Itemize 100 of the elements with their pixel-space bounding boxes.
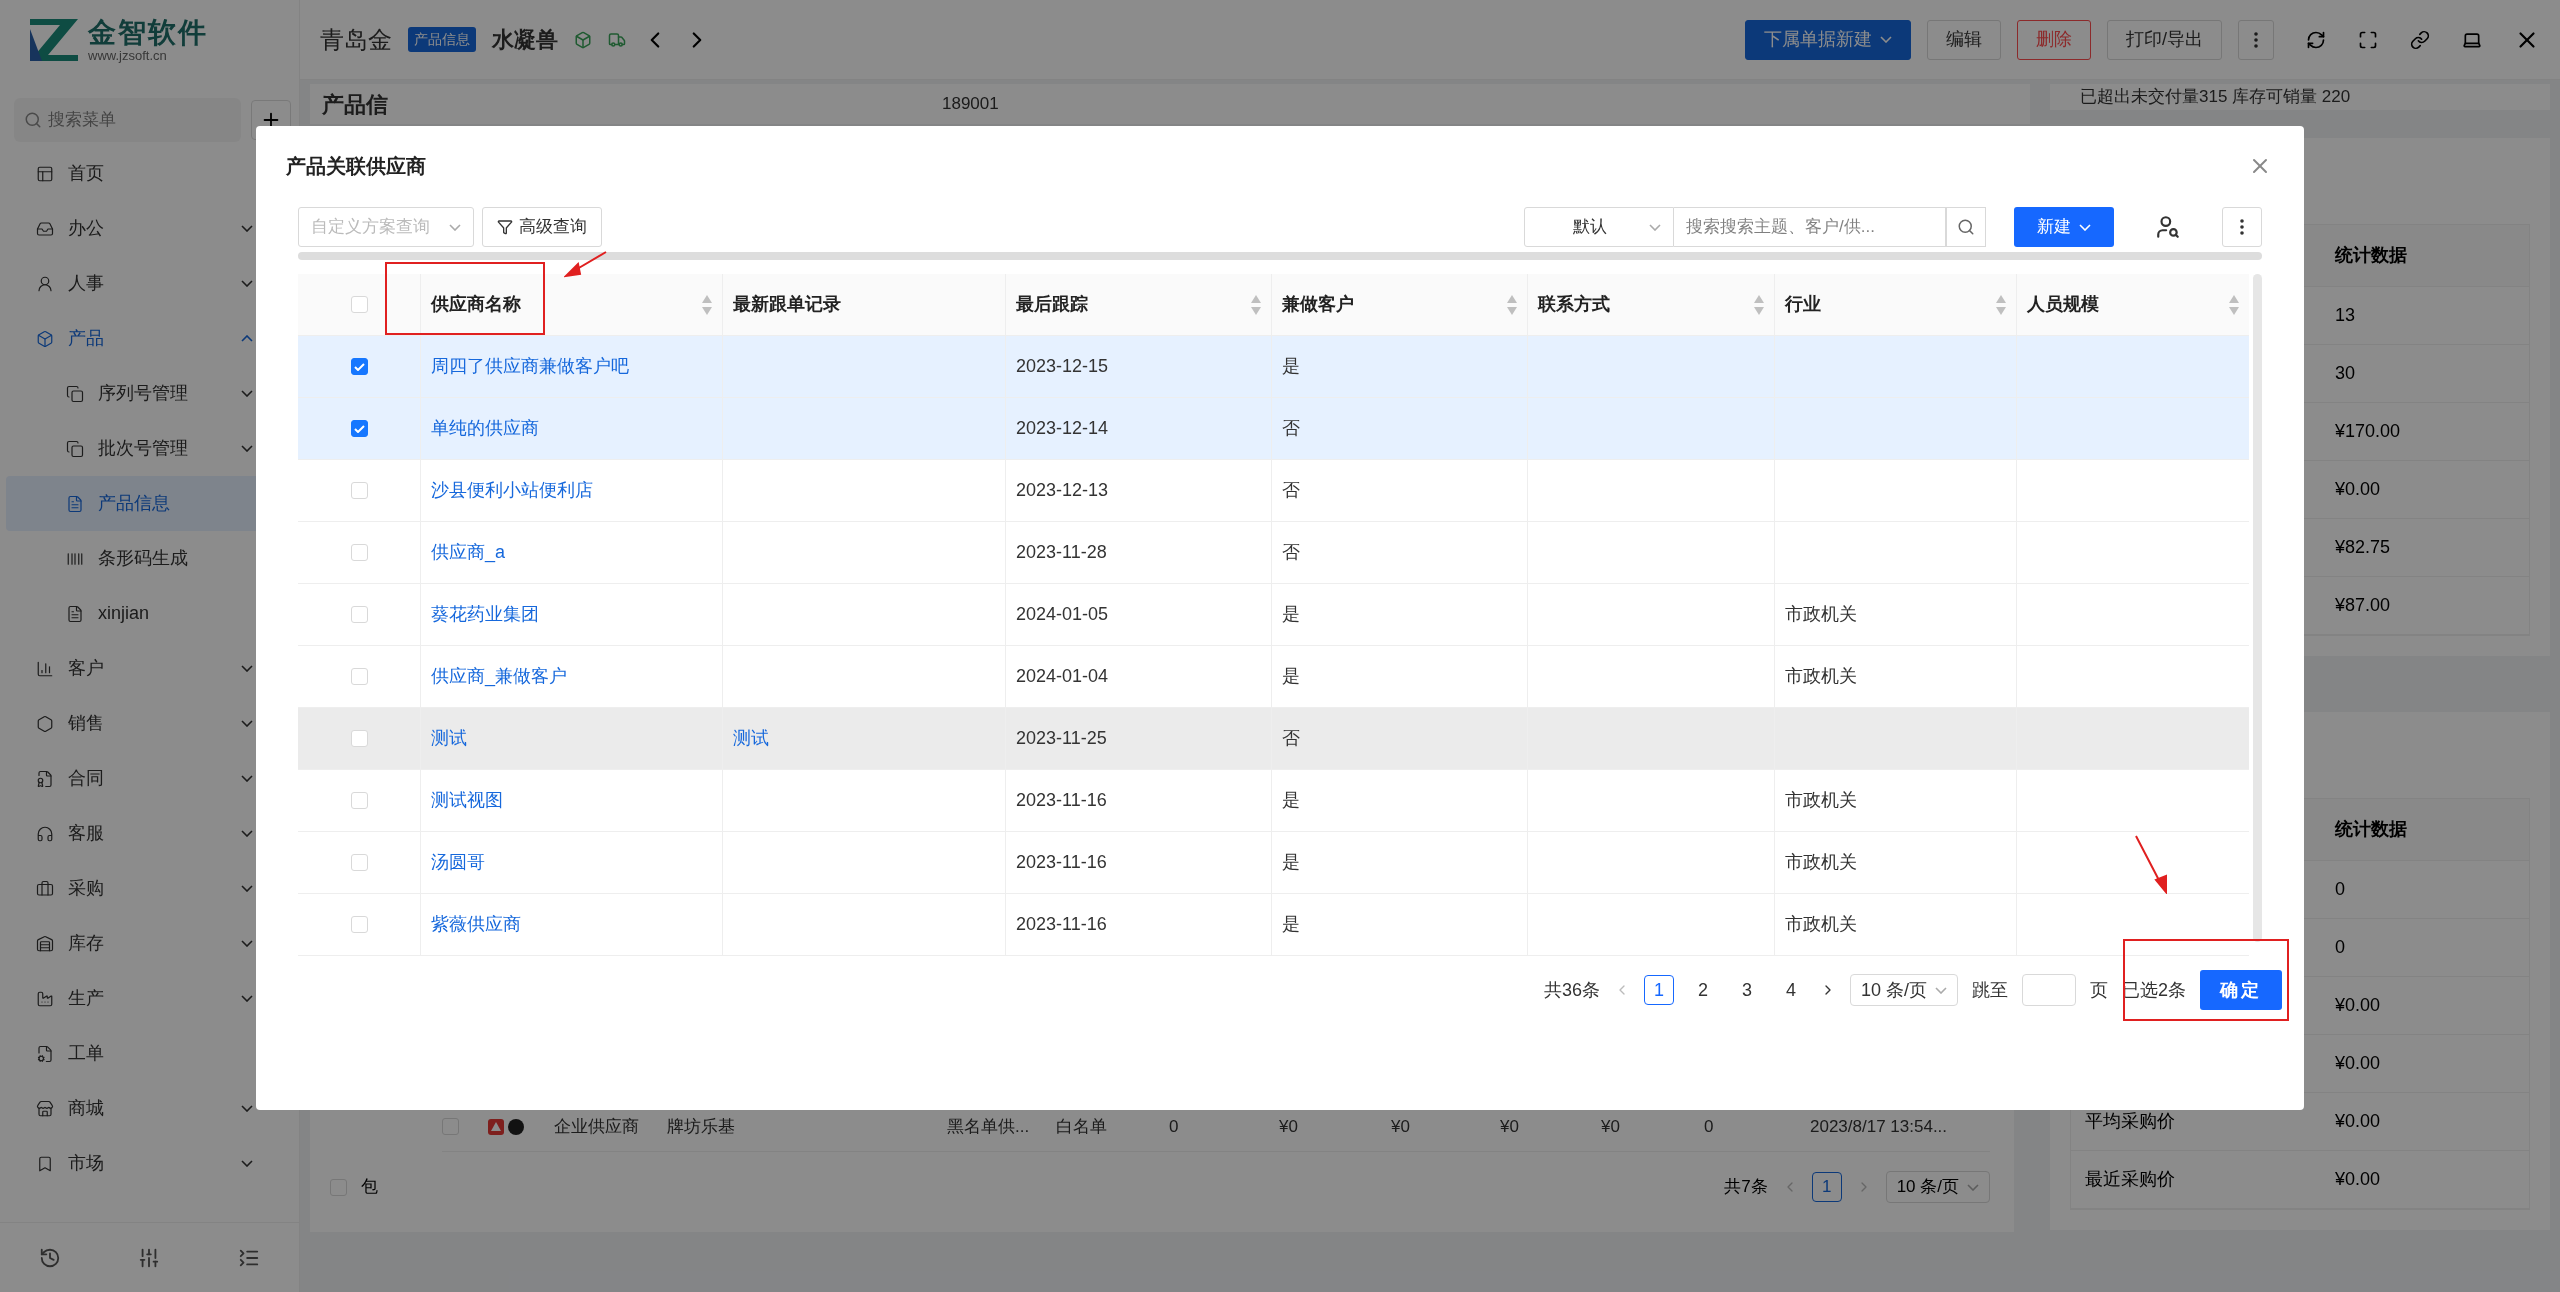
caret-icon — [1649, 223, 1661, 231]
fullscreen-icon[interactable] — [2358, 29, 2378, 50]
table-row[interactable]: 葵花药业集团 2024-01-05 是 市政机关 — [298, 584, 2249, 646]
check-icon — [353, 424, 365, 433]
chevron-down-icon[interactable] — [241, 1105, 253, 1112]
chevron-up-icon[interactable] — [241, 335, 253, 342]
sidebar-item[interactable]: 销售 — [6, 696, 293, 751]
cube-icon[interactable] — [574, 30, 592, 49]
menu-search-field[interactable]: 搜索菜单 — [14, 98, 241, 142]
supplier-link[interactable]: 周四了供应商兼做客户吧 — [431, 353, 629, 380]
refresh-icon[interactable] — [2306, 29, 2326, 50]
toolbar-button[interactable]: 下属单据新建 — [1745, 19, 1911, 60]
more-button[interactable] — [2222, 207, 2262, 247]
sidebar-item[interactable]: 客户 — [6, 641, 293, 696]
page-button[interactable]: 1 — [1811, 1172, 1842, 1202]
hexagon-icon — [36, 714, 54, 733]
chevron-down-icon[interactable] — [241, 830, 253, 837]
table-row[interactable]: 沙县便利小站便利店 2023-12-13 否 — [298, 460, 2249, 522]
table-cell-text: 是 — [1282, 355, 1300, 378]
page-button[interactable]: 3 — [1731, 975, 1762, 1005]
more-button[interactable] — [2238, 19, 2274, 60]
search-field[interactable]: 搜索搜索主题、客户/供... — [1674, 207, 1946, 247]
chevron-down-icon[interactable] — [241, 940, 253, 947]
supplier-link[interactable]: 测试视图 — [431, 787, 503, 814]
new-button[interactable]: 新建 — [2014, 207, 2114, 247]
page-size-select[interactable]: 10 条/页 — [1885, 1171, 1990, 1203]
supplier-link[interactable]: 单纯的供应商 — [431, 415, 539, 442]
supplier-link[interactable]: 汤圆哥 — [431, 849, 485, 876]
toolbar-button[interactable]: 编辑 — [1927, 19, 2001, 60]
page-size-select[interactable]: 10 条/页 — [1849, 974, 1958, 1006]
sliders-icon[interactable] — [138, 1246, 161, 1269]
search-button[interactable] — [1946, 207, 1986, 247]
column-header: 兼做客户 — [1282, 293, 1354, 316]
checkbox[interactable] — [350, 420, 368, 437]
history-icon[interactable] — [38, 1246, 61, 1269]
chevron-down-icon[interactable] — [241, 1160, 253, 1167]
table-row[interactable]: 紫薇供应商 2023-11-16 是 市政机关 — [298, 894, 2249, 956]
horizontal-scrollbar[interactable] — [298, 252, 2262, 260]
sidebar-item[interactable]: 市场 — [6, 1136, 293, 1191]
annotation-arrow — [564, 250, 608, 278]
page-button[interactable]: 1 — [1643, 975, 1674, 1005]
supplier-link[interactable]: 测试 — [431, 725, 467, 752]
table-row[interactable]: 汤圆哥 2023-11-16 是 市政机关 — [298, 832, 2249, 894]
sidebar-item[interactable]: 人事 — [6, 256, 293, 311]
stock-note: 已超出未交付量315 库存可销量 220 — [2080, 86, 2351, 108]
view-select[interactable]: 默认 — [1524, 207, 1674, 247]
sidebar-item[interactable]: 商城 — [6, 1081, 293, 1136]
toolbar-button[interactable]: 打印/导出 — [2107, 19, 2222, 60]
sidebar-item[interactable]: 条形码生成 — [6, 531, 293, 586]
supplier-link[interactable]: 葵花药业集团 — [431, 601, 539, 628]
store-icon — [36, 1099, 54, 1118]
chevron-down-icon[interactable] — [241, 720, 253, 727]
truck-icon[interactable] — [608, 30, 626, 49]
chevron-down-icon[interactable] — [241, 445, 253, 452]
table-cell-text: 30 — [2334, 361, 2357, 385]
sidebar-item[interactable]: 序列号管理 — [6, 366, 293, 421]
page-button[interactable]: 4 — [1775, 975, 1806, 1005]
table-row[interactable]: 供应商_a 2023-11-28 否 — [298, 522, 2249, 584]
person-icon — [36, 274, 54, 293]
sidebar-item[interactable]: 工单 — [6, 1026, 293, 1081]
supplier-link[interactable]: 供应商_兼做客户 — [431, 663, 567, 690]
table-cell-text: 最近采购价 — [2084, 1167, 2176, 1191]
supplier-link[interactable]: 测试 — [733, 725, 769, 752]
table-cell-text: ¥0.00 — [2334, 1051, 2382, 1075]
table-row[interactable]: 供应商_兼做客户 2024-01-04 是 市政机关 — [298, 646, 2249, 708]
chevron-down-icon[interactable] — [241, 390, 253, 397]
sidebar-item[interactable]: 办公 — [6, 201, 293, 256]
supplier-link[interactable]: 紫薇供应商 — [431, 911, 521, 938]
sidebar-item[interactable]: 客服 — [6, 806, 293, 861]
table-cell-text: ¥0 — [1279, 1115, 1299, 1138]
sidebar-item[interactable]: 库存 — [6, 916, 293, 971]
chevron-down-icon[interactable] — [241, 885, 253, 892]
table-cell-text: 白名单 — [1056, 1115, 1108, 1138]
table-row[interactable]: 单纯的供应商 2023-12-14 否 — [298, 398, 2249, 460]
advanced-search-button[interactable]: 高级查询 — [482, 207, 602, 247]
chevron-down-icon[interactable] — [241, 995, 253, 1002]
chevron-down-icon[interactable] — [241, 775, 253, 782]
sidebar-item[interactable]: 采购 — [6, 861, 293, 916]
table-cell-text: 2023-12-14 — [1016, 417, 1109, 440]
sidebar-item[interactable]: 合同 — [6, 751, 293, 806]
sidebar-item[interactable]: 生产 — [6, 971, 293, 1026]
chevron-down-icon[interactable] — [241, 665, 253, 672]
sidebar-item[interactable]: 批次号管理 — [6, 421, 293, 476]
vertical-scrollbar[interactable] — [2253, 274, 2262, 942]
supplier-link[interactable]: 供应商_a — [431, 539, 506, 566]
sidebar-item[interactable]: xinjian — [6, 586, 293, 641]
contact-search-icon[interactable] — [2155, 214, 2181, 240]
table-row[interactable]: 测试 测试 2023-11-25 否 — [298, 708, 2249, 770]
chevron-down-icon[interactable] — [241, 225, 253, 232]
confirm-button[interactable]: 确定 — [2200, 970, 2282, 1010]
link-icon[interactable] — [2410, 29, 2430, 50]
page-button[interactable]: 2 — [1687, 975, 1718, 1005]
table-row[interactable]: 测试视图 2023-11-16 是 市政机关 — [298, 770, 2249, 832]
supplier-link[interactable]: 沙县便利小站便利店 — [431, 477, 593, 504]
page-jump-field[interactable] — [2022, 974, 2076, 1006]
table-cell-text: ¥0 — [1391, 1115, 1411, 1138]
checkbox[interactable] — [350, 358, 368, 375]
sidebar-item[interactable]: 产品 — [6, 311, 293, 366]
chevron-down-icon[interactable] — [241, 280, 253, 287]
table-row[interactable]: 周四了供应商兼做客户吧 2023-12-15 是 — [298, 336, 2249, 398]
